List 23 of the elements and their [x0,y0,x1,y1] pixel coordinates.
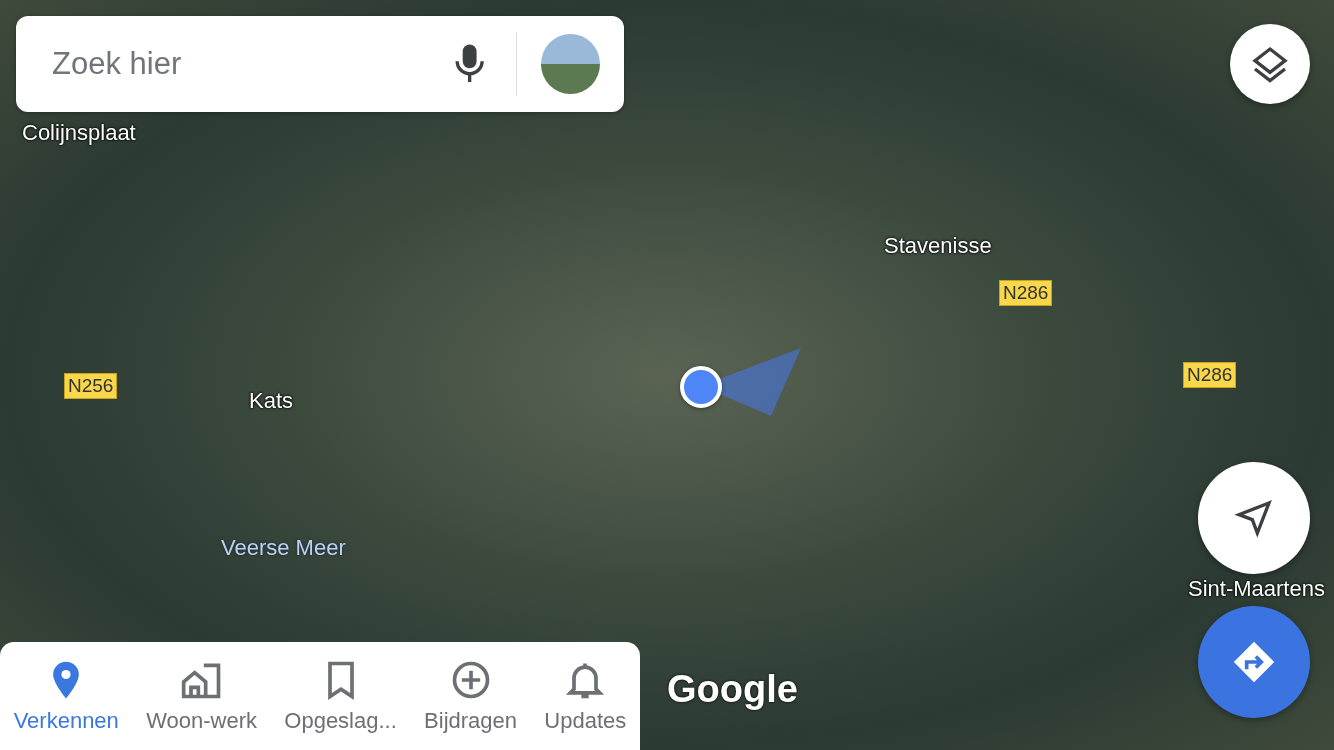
map-label: Sint-Maartens [1188,576,1325,602]
directions-icon [1232,640,1276,684]
navigation-arrow-icon [1234,498,1274,538]
map-label: Kats [249,388,294,414]
road-shield: N286 [999,280,1053,306]
road-shield: N256 [64,373,118,399]
satellite-map[interactable]: Colijnsplaat Stavenisse N286 N286 N256 Kats Veerse Meer Sint-Maartens Zoek hier Google Verkennen Woon-werk Opgeslag... Bijdragen Updates [0,0,1334,750]
layers-button[interactable] [1230,24,1310,104]
road-shield: N286 [1183,362,1237,388]
nav-tab[interactable]: Bijdragen [424,658,518,734]
layers-icon [1250,44,1290,84]
location-dot [680,366,722,408]
map-label: Stavenisse [884,233,992,259]
nav-tab[interactable]: Updates [544,658,627,734]
microphone-icon[interactable] [453,43,487,85]
map-label: Colijnsplaat [22,120,136,146]
nav-tab[interactable]: Opgeslag... [284,658,397,734]
google-logo: Google [667,668,798,711]
nav-tab[interactable]: Woon-werk [146,658,257,734]
nav-tab[interactable]: Verkennen [13,658,119,734]
search-input[interactable]: Zoek hier [50,45,453,83]
search-field[interactable]: Zoek hier [16,16,624,112]
map-label: Veerse Meer [221,535,346,561]
